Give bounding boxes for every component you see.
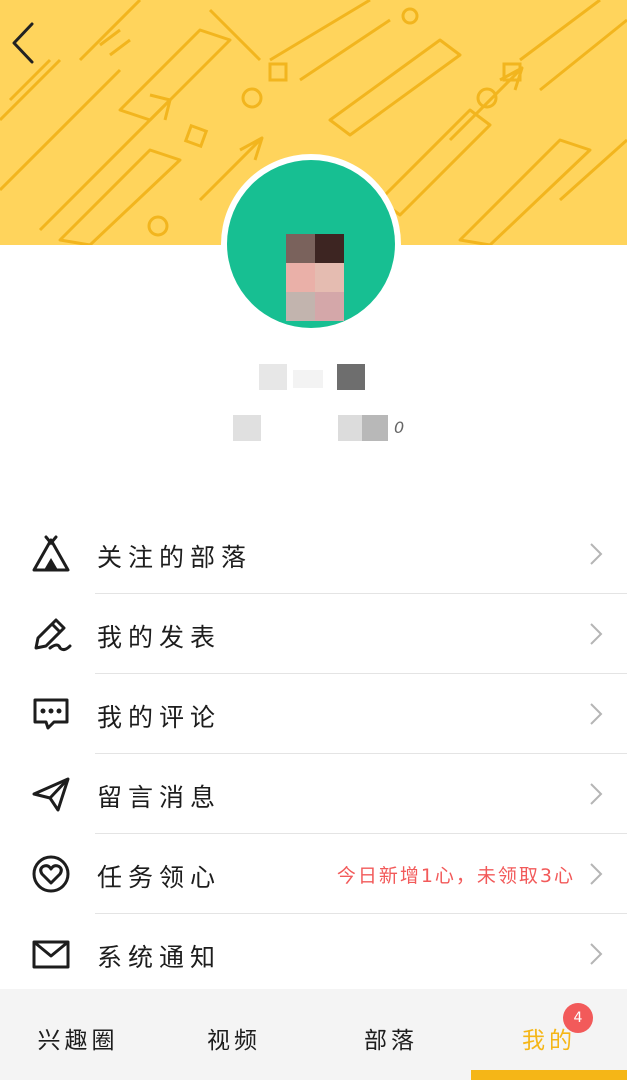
avatar-pixel [286,263,315,292]
task-heart-note: 今日新增1心，未领取3心 [336,865,575,887]
chevron-right-icon [590,863,603,885]
menu-item-followed-tribes[interactable]: 关注的部落 [0,514,627,594]
tab-mine[interactable]: 我的 4 [471,989,627,1080]
tab-label: 部落 [364,1028,418,1054]
avatar-pixel [315,263,344,292]
active-tab-indicator [471,1070,627,1080]
tab-video[interactable]: 视频 [156,989,312,1080]
redaction-block [259,364,287,390]
menu-item-label: 任务领心 [97,863,222,892]
tab-label: 兴趣圈 [37,1028,119,1054]
avatar-pixel [315,234,344,263]
avatar-pixel [286,234,315,263]
chevron-right-icon [590,623,603,645]
menu-item-label: 我的发表 [97,623,222,652]
tab-tribe[interactable]: 部落 [313,989,469,1080]
menu-item-label: 关注的部落 [97,543,253,572]
tab-interest-circle[interactable]: 兴趣圈 [0,989,156,1080]
chevron-left-icon [12,22,34,64]
menu-item-label: 留言消息 [97,783,222,812]
menu-item-my-posts[interactable]: 我的发表 [0,594,627,674]
paper-plane-icon [32,777,70,812]
notification-badge: 4 [563,1003,593,1033]
avatar[interactable] [221,154,401,334]
tab-label: 视频 [207,1028,261,1054]
chevron-right-icon [590,543,603,565]
redaction-block [233,415,261,441]
redaction-block [293,370,323,388]
menu-item-label: 我的评论 [97,703,222,732]
tab-label: 我的 [522,1028,576,1054]
heart-icon [32,855,70,893]
pencil-icon [34,618,72,652]
envelope-icon [32,940,70,969]
chevron-right-icon [590,703,603,725]
back-button[interactable] [4,18,44,68]
avatar-pixel [286,292,315,321]
chat-bubble-icon [33,698,69,730]
chevron-right-icon [590,783,603,805]
menu-item-label: 系统通知 [97,943,222,972]
profile-name-redacted [0,362,627,392]
avatar-pixel [315,292,344,321]
menu-item-tasks-hearts[interactable]: 任务领心 今日新增1心，未领取3心 [0,834,627,914]
profile-stats: 0 [0,413,627,443]
bottom-tab-bar: 兴趣圈 视频 部落 我的 4 [0,989,627,1080]
menu-item-my-comments[interactable]: 我的评论 [0,674,627,754]
tent-icon [32,535,70,572]
menu-item-messages[interactable]: 留言消息 [0,754,627,834]
stats-count: 0 [394,418,405,437]
profile-menu: 关注的部落 我的发表 我的评论 留言消息 任务领心 今日新增1心，未领取3心 系… [0,514,627,994]
redaction-block [337,364,365,390]
avatar-image [227,160,395,328]
redaction-block [362,415,388,441]
menu-item-system-notifications[interactable]: 系统通知 [0,914,627,994]
chevron-right-icon [590,943,603,965]
redaction-block [338,415,362,441]
